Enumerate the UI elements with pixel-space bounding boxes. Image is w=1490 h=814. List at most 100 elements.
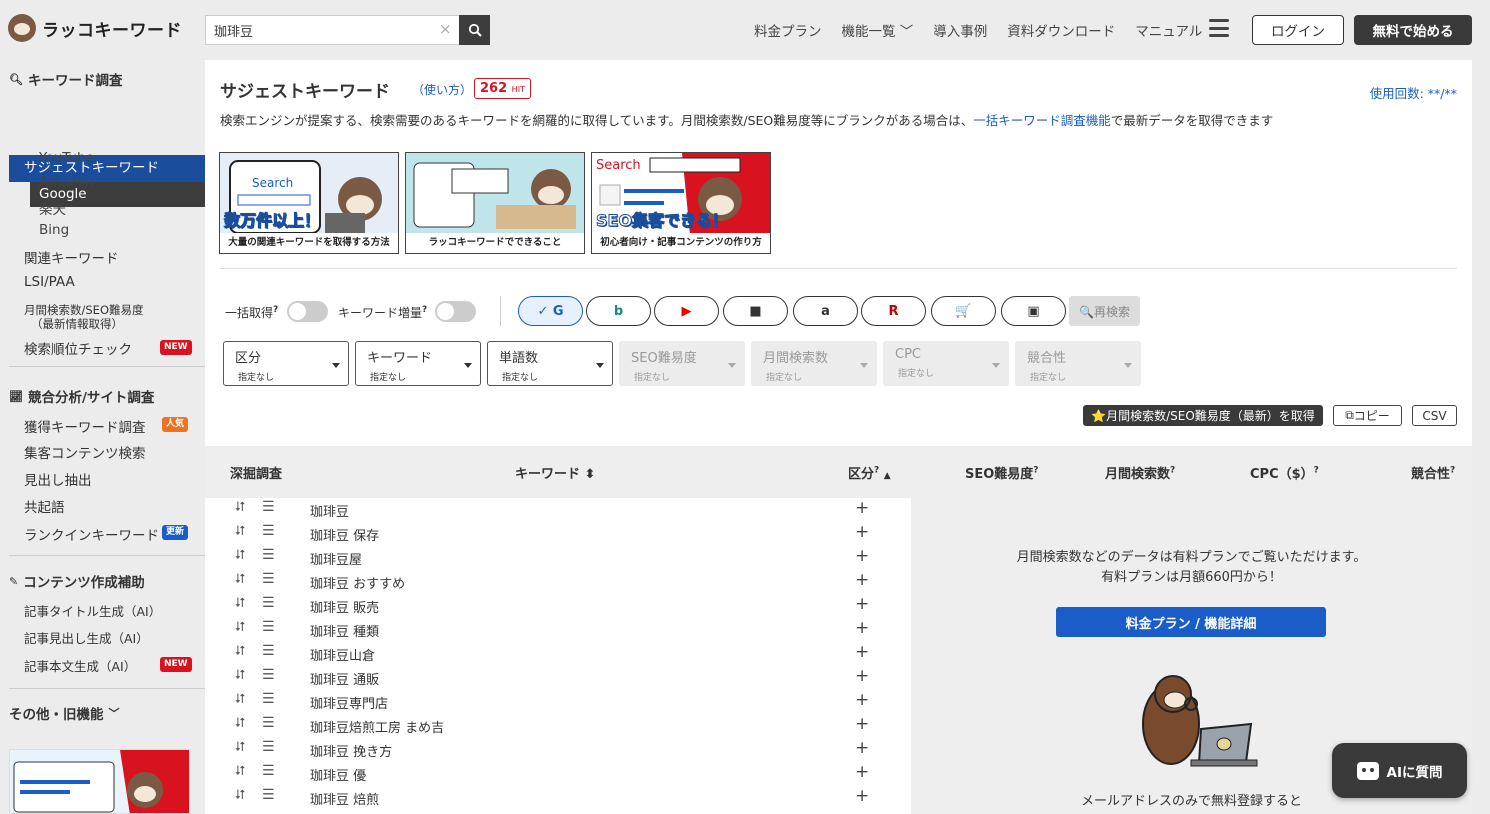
section-other[interactable]: その他・旧機能 ﹀: [9, 703, 120, 723]
bulk-toggle[interactable]: [287, 301, 328, 322]
engine-image-button[interactable]: ▣: [1001, 296, 1066, 326]
dig-icon[interactable]: ⮃: [235, 716, 245, 731]
header-keyword[interactable]: キーワード ⬍: [515, 463, 595, 482]
add-icon[interactable]: +: [855, 690, 869, 710]
copy-button[interactable]: ⧉ コピー: [1333, 405, 1402, 426]
menu-icon[interactable]: ☰: [262, 667, 275, 683]
sidebar-banner[interactable]: [9, 749, 190, 814]
add-icon[interactable]: +: [855, 762, 869, 782]
start-free-button[interactable]: 無料で始める: [1354, 15, 1472, 45]
sidebar-item-rank-check[interactable]: 検索順位チェック: [24, 338, 132, 358]
menu-icon[interactable]: ☰: [262, 739, 275, 755]
sidebar-item-ai-title[interactable]: 記事タイトル生成（AI）: [24, 601, 161, 620]
menu-icon[interactable]: ☰: [262, 619, 275, 635]
header-seo[interactable]: SEO難易度?: [965, 463, 1039, 482]
add-icon[interactable]: +: [855, 498, 869, 518]
keyword-cell[interactable]: 珈琲豆 優: [310, 765, 366, 784]
add-icon[interactable]: +: [855, 546, 869, 566]
menu-icon[interactable]: ☰: [262, 643, 275, 659]
menu-icon[interactable]: ☰: [262, 787, 275, 803]
engine-rakuten-button[interactable]: R: [861, 296, 926, 326]
sidebar-item-rakuten[interactable]: 楽天: [39, 198, 66, 218]
sidebar-item-rankin[interactable]: ランクインキーワード: [24, 524, 159, 544]
help-icon[interactable]: ?: [1314, 466, 1319, 476]
engine-youtube-button[interactable]: ▶: [654, 296, 719, 326]
keyword-cell[interactable]: 珈琲豆専門店: [310, 693, 388, 712]
banner-seo[interactable]: Search SEO集客できる！ 初心者向け・記事コンテンツの作り方: [591, 152, 771, 254]
engine-shopping-button[interactable]: 🛒: [931, 296, 996, 326]
dig-icon[interactable]: ⮃: [235, 620, 245, 635]
nav-features[interactable]: 機能一覧 ﹀: [842, 20, 914, 40]
dig-icon[interactable]: ⮃: [235, 788, 245, 803]
sidebar-item-bing[interactable]: Bing: [39, 222, 69, 238]
clear-icon[interactable]: ×: [439, 20, 452, 38]
menu-icon[interactable]: ☰: [262, 691, 275, 707]
filter-word-count[interactable]: 単語数 指定なし: [487, 341, 613, 386]
help-icon[interactable]: ?: [422, 305, 427, 315]
dig-icon[interactable]: ⮃: [235, 572, 245, 587]
sidebar-item-youtube[interactable]: YouTube: [39, 150, 94, 166]
keyword-cell[interactable]: 珈琲豆山倉: [310, 645, 375, 664]
expand-toggle[interactable]: [435, 301, 476, 322]
help-icon[interactable]: ?: [874, 466, 879, 476]
dig-icon[interactable]: ⮃: [235, 524, 245, 539]
sidebar-item-amazon[interactable]: Amazon: [39, 174, 94, 190]
add-icon[interactable]: +: [855, 570, 869, 590]
banner-features[interactable]: ラッコキーワードでできること: [405, 152, 585, 254]
add-icon[interactable]: +: [855, 618, 869, 638]
dig-icon[interactable]: ⮃: [235, 740, 245, 755]
nav-download[interactable]: 資料ダウンロード: [1007, 20, 1115, 40]
help-icon[interactable]: ?: [1450, 466, 1455, 476]
logo[interactable]: ラッコキーワード: [8, 14, 182, 42]
add-icon[interactable]: +: [855, 642, 869, 662]
keyword-cell[interactable]: 珈琲豆 種類: [310, 621, 379, 640]
header-category[interactable]: 区分? ▲: [848, 463, 891, 482]
add-icon[interactable]: +: [855, 522, 869, 542]
keyword-cell[interactable]: 珈琲豆 焙煎: [310, 789, 379, 808]
menu-icon[interactable]: ☰: [262, 523, 275, 539]
menu-icon[interactable]: ☰: [262, 547, 275, 563]
sidebar-item-headings[interactable]: 見出し抽出: [24, 469, 92, 489]
hamburger-menu-icon[interactable]: [1209, 19, 1229, 37]
keyword-cell[interactable]: 珈琲豆 通販: [310, 669, 379, 688]
ai-ask-button[interactable]: AIに質問: [1332, 743, 1467, 798]
search-button[interactable]: [459, 15, 490, 45]
dig-icon[interactable]: ⮃: [235, 692, 245, 707]
engine-google-button[interactable]: ✓ G: [518, 296, 583, 326]
sidebar-item-contents[interactable]: 集客コンテンツ検索: [24, 442, 146, 462]
login-button[interactable]: ログイン: [1252, 15, 1344, 45]
menu-icon[interactable]: ☰: [262, 571, 275, 587]
menu-icon[interactable]: ☰: [262, 715, 275, 731]
nav-manual[interactable]: マニュアル: [1135, 20, 1202, 40]
menu-icon[interactable]: ☰: [262, 499, 275, 515]
search-input[interactable]: [205, 15, 459, 45]
sidebar-item-lsi[interactable]: LSI/PAA: [24, 274, 75, 290]
add-icon[interactable]: +: [855, 666, 869, 686]
nav-pricing[interactable]: 料金プラン: [754, 20, 822, 40]
help-icon[interactable]: ?: [1170, 466, 1175, 476]
pricing-details-button[interactable]: 料金プラン / 機能詳細: [1056, 607, 1326, 637]
add-icon[interactable]: +: [855, 738, 869, 758]
nav-cases[interactable]: 導入事例: [933, 20, 987, 40]
sidebar-item-acquired[interactable]: 獲得キーワード調査: [24, 416, 146, 436]
dig-icon[interactable]: ⮃: [235, 596, 245, 611]
csv-button[interactable]: CSV: [1412, 405, 1457, 426]
help-icon[interactable]: ?: [1033, 466, 1038, 476]
dig-icon[interactable]: ⮃: [235, 668, 245, 683]
banner-keywords[interactable]: Search 数万件以上！ 大量の関連キーワードを取得する方法: [219, 152, 399, 254]
dig-icon[interactable]: ⮃: [235, 644, 245, 659]
keyword-cell[interactable]: 珈琲豆 保存: [310, 525, 379, 544]
get-latest-data-button[interactable]: ⭐月間検索数/SEO難易度（最新）を取得: [1083, 405, 1323, 426]
filter-category[interactable]: 区分 指定なし: [223, 341, 349, 386]
add-icon[interactable]: +: [855, 786, 869, 806]
engine-video-button[interactable]: ■: [723, 296, 788, 326]
keyword-cell[interactable]: 珈琲豆: [310, 501, 349, 520]
research-button[interactable]: 🔍再検索: [1069, 296, 1140, 326]
dig-icon[interactable]: ⮃: [235, 500, 245, 515]
sidebar-item-related[interactable]: 関連キーワード: [24, 247, 119, 267]
keyword-cell[interactable]: 珈琲豆 おすすめ: [310, 573, 405, 592]
engine-amazon-button[interactable]: a: [793, 296, 858, 326]
howto-link[interactable]: （使い方）: [412, 81, 472, 98]
sidebar-item-ai-body[interactable]: 記事本文生成（AI）: [24, 656, 136, 675]
dig-icon[interactable]: ⮃: [235, 764, 245, 779]
